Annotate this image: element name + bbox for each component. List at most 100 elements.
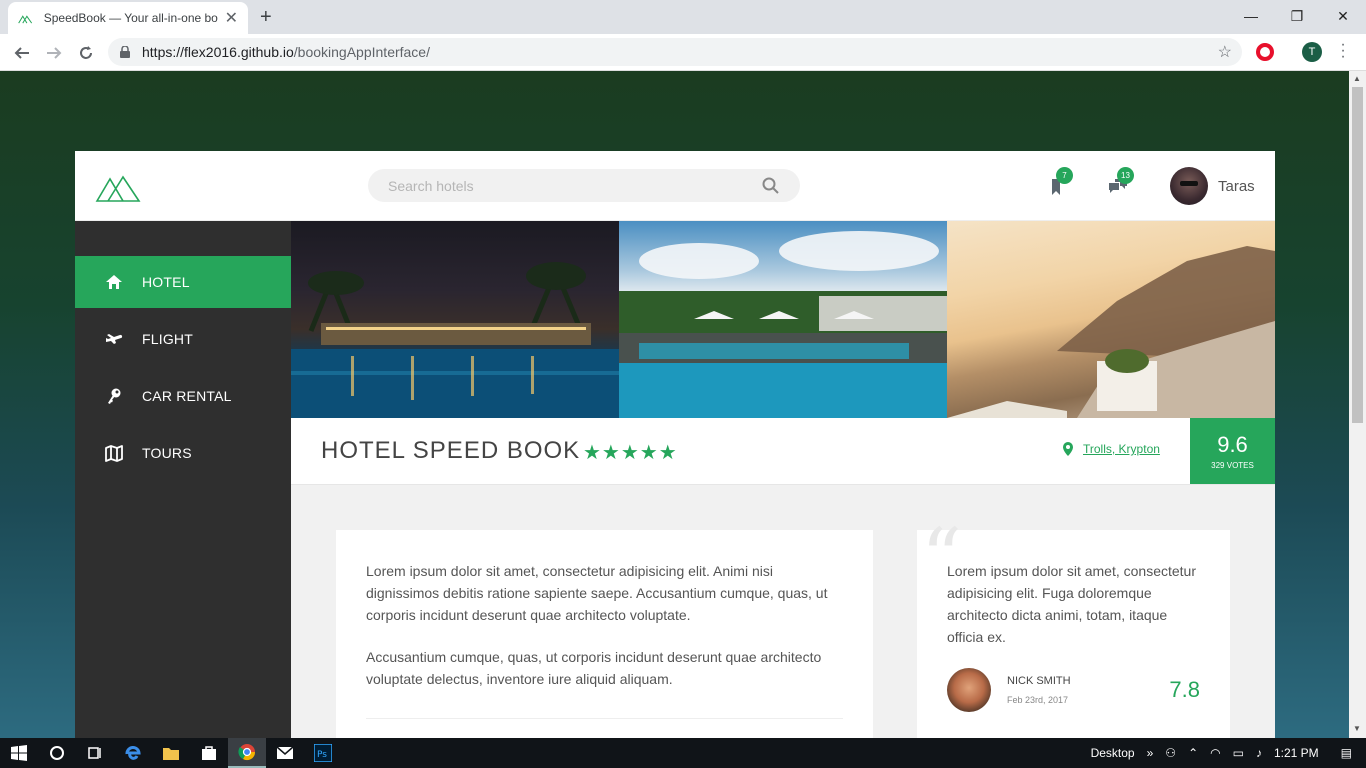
description-paragraph: Lorem ipsum dolor sit amet, consectetur …	[366, 563, 828, 623]
minimize-button[interactable]: —	[1228, 0, 1274, 32]
map-icon	[105, 445, 123, 462]
location-text: Trolls, Krypton	[1083, 442, 1160, 456]
reviewer-info: NICK SMITH Feb 23rd, 2017	[1007, 675, 1071, 705]
mail-icon[interactable]	[266, 738, 304, 768]
tab-title: SpeedBook — Your all-in-one bo	[43, 11, 218, 25]
reviewer-avatar	[947, 668, 991, 712]
location-pin-icon	[1063, 442, 1073, 456]
hotel-title-bar: HOTEL SPEED BOOK ★★★★★ Trolls, Krypton 9…	[291, 418, 1275, 485]
avatar-glasses	[1180, 181, 1198, 186]
people-icon[interactable]: ⚇	[1165, 746, 1176, 760]
description-paragraph: Accusantium cumque, quas, ut corporis in…	[366, 649, 822, 687]
user-avatar	[1170, 167, 1208, 205]
search-icon[interactable]	[762, 177, 780, 195]
opera-extension-icon[interactable]	[1256, 43, 1274, 61]
url-host: https://flex2016.github.io	[142, 44, 294, 60]
page-scrollbar[interactable]: ▲ ▼	[1349, 71, 1366, 738]
profile-avatar[interactable]: T	[1302, 42, 1322, 62]
location-link[interactable]: Trolls, Krypton	[1063, 442, 1160, 456]
browser-toolbar: https://flex2016.github.io /bookingAppIn…	[0, 34, 1366, 71]
clock[interactable]: 1:21 PM	[1274, 746, 1319, 760]
review-text: Lorem ipsum dolor sit amet, consectetur …	[947, 563, 1196, 645]
review-card: “ Lorem ipsum dolor sit amet, consectetu…	[917, 518, 1230, 738]
hotel-score: 9.6	[1217, 432, 1248, 457]
review-date: Feb 23rd, 2017	[1007, 695, 1069, 705]
browser-tab[interactable]: SpeedBook — Your all-in-one bo ✕	[8, 2, 248, 34]
sidebar-item-tours[interactable]: TOURS	[75, 427, 291, 479]
window-controls: — ❐ ✕	[1228, 0, 1366, 32]
scrollbar-thumb[interactable]	[1352, 87, 1363, 423]
notifications-icon[interactable]: ▤	[1341, 746, 1352, 760]
hotel-score-box: 9.6 329 VOTES	[1190, 418, 1275, 484]
scroll-up-icon[interactable]: ▲	[1353, 74, 1361, 83]
forward-arrow-icon[interactable]	[43, 42, 65, 64]
user-menu[interactable]: Taras	[1170, 167, 1255, 205]
sidebar-item-car-rental[interactable]: CAR RENTAL	[75, 370, 291, 422]
cortana-search-icon[interactable]	[38, 738, 76, 768]
network-icon[interactable]: ◠	[1210, 746, 1220, 760]
booking-app: 7 13 Taras HOTEL	[75, 151, 1275, 738]
reload-icon[interactable]	[75, 42, 97, 64]
plane-icon	[106, 334, 123, 344]
messages-button[interactable]: 13	[1107, 167, 1134, 197]
close-window-button[interactable]: ✕	[1320, 0, 1366, 32]
home-icon	[106, 275, 122, 289]
gallery-photo-night-pool[interactable]	[291, 221, 619, 418]
sidebar: HOTEL FLIGHT CAR RENTAL TOURS	[75, 221, 291, 738]
reviewer: NICK SMITH Feb 23rd, 2017 7.8	[947, 667, 1200, 713]
desktop-toolbar-chevron[interactable]: »	[1147, 746, 1154, 760]
star-rating: ★★★★★	[583, 442, 678, 464]
svg-text:Ps: Ps	[317, 750, 327, 760]
file-explorer-icon[interactable]	[152, 738, 190, 768]
hotel-content: Lorem ipsum dolor sit amet, consectetur …	[291, 485, 1275, 738]
speedbook-favicon-icon	[18, 15, 33, 24]
back-arrow-icon[interactable]	[11, 42, 33, 64]
task-view-icon[interactable]	[76, 738, 114, 768]
battery-icon[interactable]: ▭	[1233, 746, 1244, 760]
address-bar[interactable]: https://flex2016.github.io /bookingAppIn…	[108, 38, 1242, 66]
store-icon[interactable]	[190, 738, 228, 768]
close-tab-icon[interactable]: ✕	[225, 8, 238, 28]
app-header: 7 13 Taras	[75, 151, 1275, 221]
messages-badge: 13	[1117, 167, 1134, 184]
bookmarks-button[interactable]: 7	[1046, 167, 1073, 197]
edge-browser-icon[interactable]	[114, 738, 152, 768]
search-input[interactable]	[388, 177, 762, 194]
sidebar-item-hotel[interactable]: HOTEL	[75, 256, 291, 308]
browser-tab-bar: SpeedBook — Your all-in-one bo ✕ + — ❐ ✕	[0, 0, 1366, 34]
hotel-gallery	[291, 221, 1275, 418]
bookmarks-badge: 7	[1056, 167, 1073, 184]
night-pool-illustration	[291, 262, 619, 418]
sidebar-item-label: CAR RENTAL	[142, 388, 232, 404]
restore-button[interactable]: ❐	[1274, 0, 1320, 32]
windows-start-icon[interactable]	[0, 738, 38, 768]
gallery-photo-cliff-terrace[interactable]	[947, 221, 1275, 418]
show-hidden-icons-icon[interactable]: ⌃	[1188, 746, 1198, 760]
sidebar-item-flight[interactable]: FLIGHT	[75, 313, 291, 365]
chrome-icon[interactable]	[228, 738, 266, 768]
user-name: Taras	[1218, 177, 1255, 195]
photoshop-icon[interactable]: Ps	[304, 738, 342, 768]
system-tray: Desktop » ⚇ ⌃ ◠ ▭ ♪ 1:21 PM ▤	[1085, 738, 1366, 768]
description-card: Lorem ipsum dolor sit amet, consectetur …	[336, 530, 873, 738]
sidebar-item-label: FLIGHT	[142, 331, 193, 347]
url-path: /bookingAppInterface/	[293, 44, 430, 60]
key-icon	[108, 388, 121, 404]
hotel-name: HOTEL SPEED BOOK	[321, 437, 581, 464]
sidebar-item-label: HOTEL	[142, 274, 190, 290]
windows-taskbar: Ps Desktop » ⚇ ⌃ ◠ ▭ ♪ 1:21 PM ▤	[0, 738, 1366, 768]
desktop-toolbar-label[interactable]: Desktop	[1091, 746, 1135, 760]
search-bar	[368, 169, 800, 202]
divider	[366, 718, 843, 719]
day-pool-illustration	[619, 231, 947, 418]
volume-icon[interactable]: ♪	[1256, 746, 1262, 760]
bookmark-star-icon[interactable]: ☆	[1218, 42, 1232, 62]
review-score: 7.8	[1169, 677, 1200, 702]
speedbook-logo-icon[interactable]	[95, 169, 141, 203]
lock-icon	[120, 46, 130, 58]
browser-menu-icon[interactable]: · · ·	[1338, 37, 1348, 65]
reviewer-name: NICK SMITH	[1007, 675, 1071, 687]
new-tab-button[interactable]: +	[260, 6, 272, 29]
scroll-down-icon[interactable]: ▼	[1353, 724, 1361, 733]
gallery-photo-day-pool[interactable]	[619, 221, 947, 418]
